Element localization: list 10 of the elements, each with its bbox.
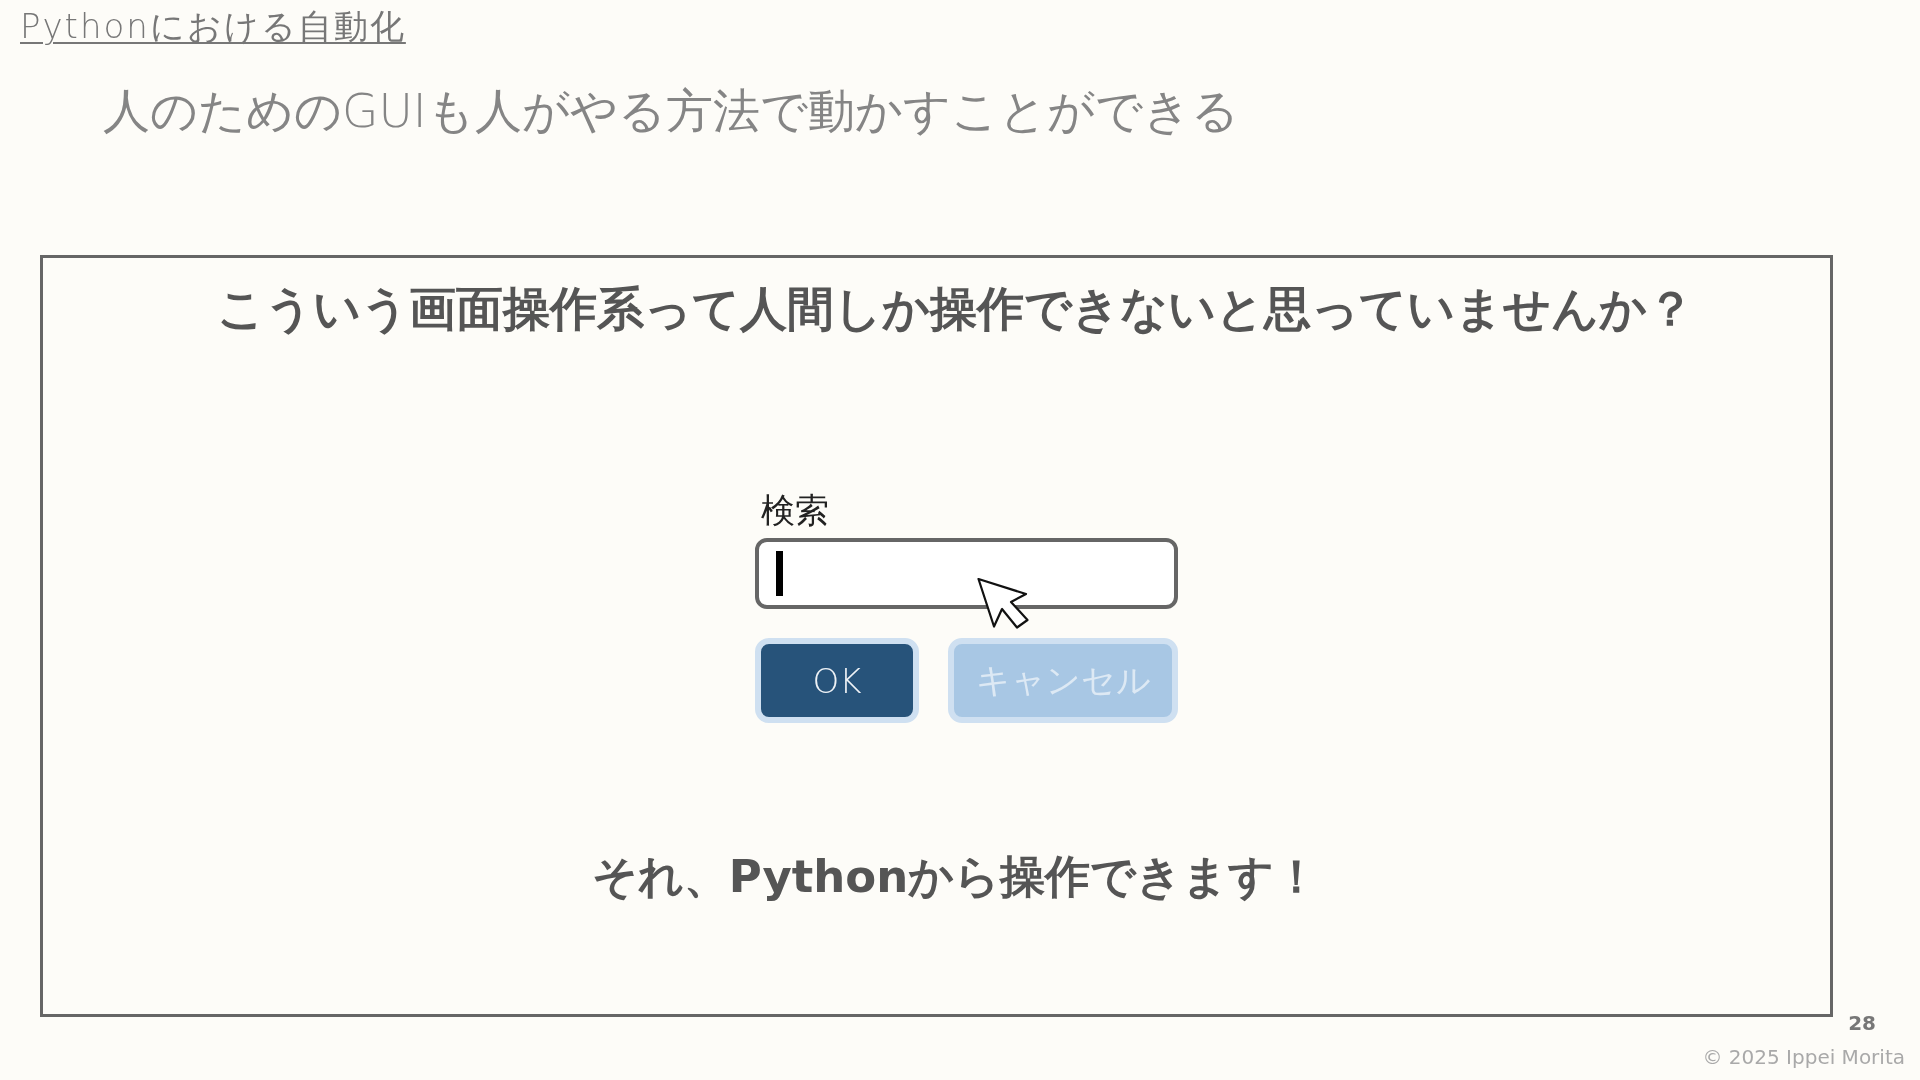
answer-heading: それ、Pythonから操作できます！	[591, 849, 1320, 905]
section-title: Pythonにおける自動化	[20, 5, 406, 48]
ok-button[interactable]: OK	[755, 638, 919, 723]
text-caret-icon	[776, 551, 783, 596]
slide-subtitle: 人のためのGUIも人がやる方法で動かすことができる	[103, 82, 1239, 140]
question-heading: こういう画面操作系って人間しか操作できないと思っていませんか？	[217, 280, 1694, 338]
copyright-text: © 2025 Ippei Morita	[1702, 1045, 1905, 1069]
mouse-pointer-icon	[977, 577, 1029, 629]
search-label: 検索	[761, 489, 829, 531]
page-number: 28	[1848, 1011, 1876, 1035]
